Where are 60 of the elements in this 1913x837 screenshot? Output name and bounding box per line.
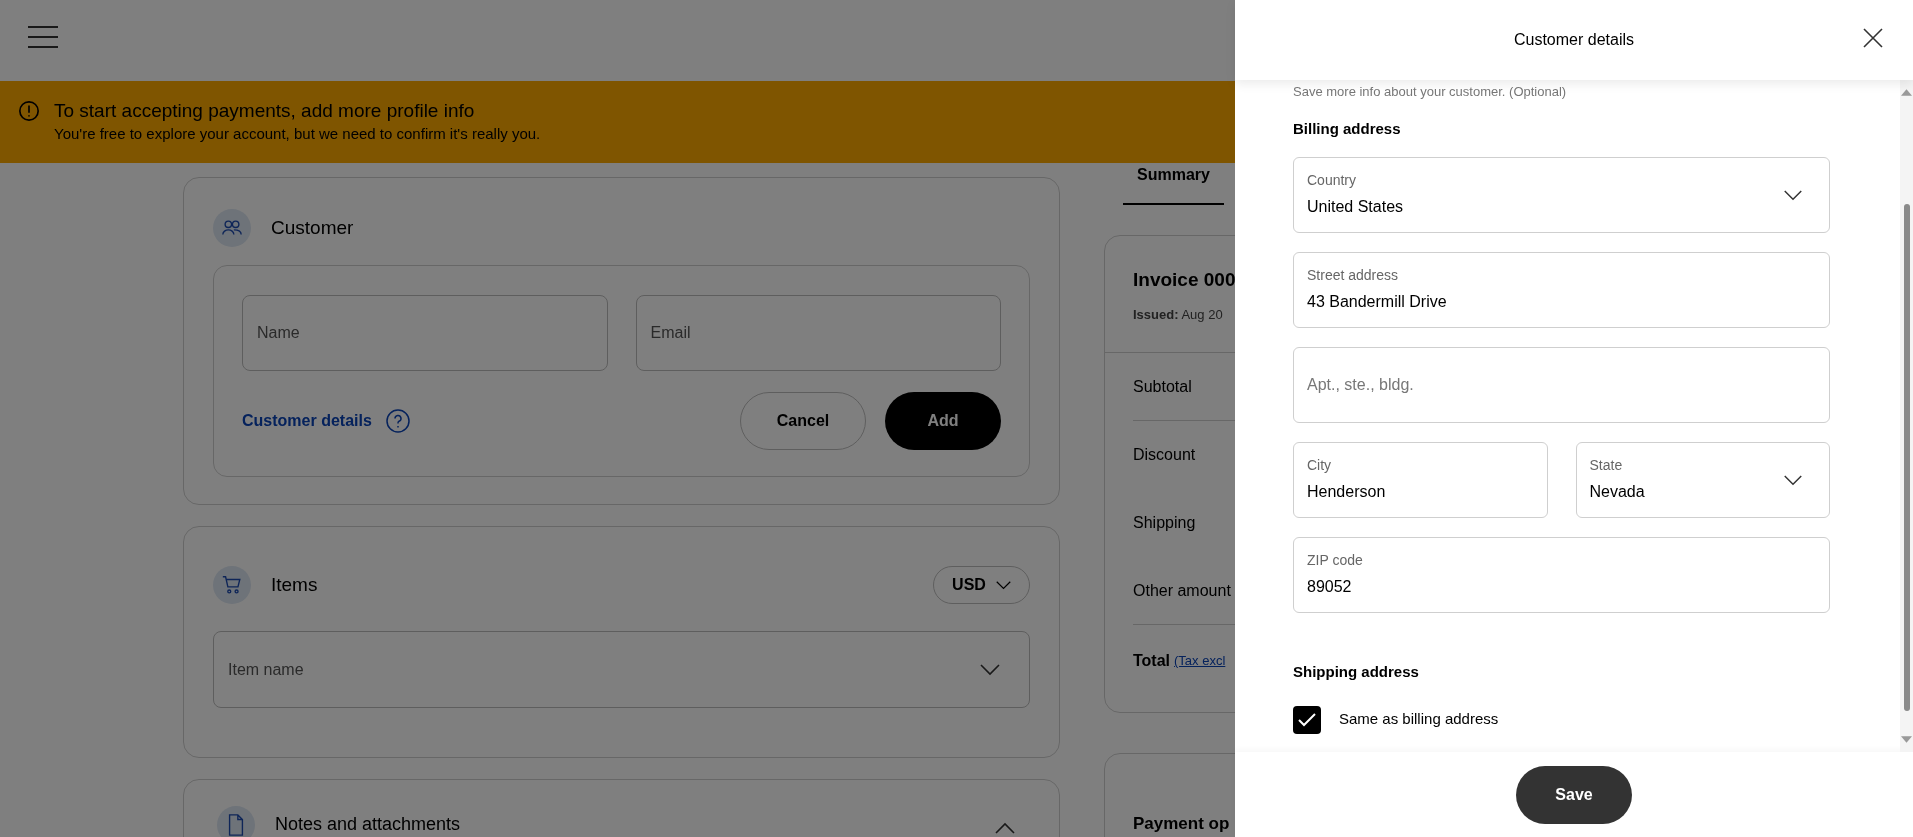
panel-subtitle: Save more info about your customer. (Optional) <box>1293 83 1568 101</box>
chevron-up-icon[interactable] <box>994 822 1016 834</box>
payment-title: Payment op <box>1133 814 1230 833</box>
document-icon <box>217 806 255 837</box>
close-icon[interactable] <box>1863 28 1883 48</box>
field-label: Street address <box>1307 266 1400 284</box>
banner-message: You're free to explore your account, but we need to confirm it's really you. <box>54 124 541 144</box>
input-field[interactable]: Street address 43 Bandermill Drive <box>1293 252 1830 328</box>
card-title: Items <box>271 572 318 597</box>
select-field[interactable]: Country United States <box>1293 157 1830 233</box>
checkbox[interactable] <box>1293 705 1321 734</box>
summary-row-label: Subtotal <box>1133 376 1192 397</box>
invoice-title: Invoice 000 <box>1133 268 1236 292</box>
summary-tab[interactable]: Summary <box>1123 150 1224 205</box>
field-label: Country <box>1307 171 1358 189</box>
section-heading: Shipping address <box>1293 662 1420 682</box>
field-value: 43 Bandermill Drive <box>1307 292 1448 312</box>
cart-icon <box>213 566 251 604</box>
field-label: City <box>1307 456 1333 474</box>
chevron-down-icon <box>1783 474 1803 486</box>
alert-icon <box>18 100 40 122</box>
name-field[interactable]: Name <box>242 295 608 371</box>
item-name-dropdown[interactable]: Item name <box>213 631 1030 708</box>
chevron-down-icon <box>995 580 1011 590</box>
menu-icon[interactable] <box>28 26 58 48</box>
panel-title: Customer details <box>1513 30 1634 50</box>
people-icon <box>213 209 251 247</box>
input-field[interactable]: Apt., ste., bldg. <box>1293 347 1830 423</box>
check-icon <box>1298 712 1316 727</box>
input-field[interactable]: ZIP code 89052 <box>1293 537 1830 613</box>
summary-row-label: Discount <box>1133 445 1196 465</box>
input-field[interactable]: City Henderson <box>1293 442 1548 518</box>
select-field[interactable]: State Nevada <box>1575 442 1830 518</box>
add-button[interactable]: Add <box>885 392 1001 450</box>
chevron-down-icon <box>1783 189 1803 201</box>
email-field[interactable]: Email <box>635 295 1001 371</box>
customer-details-link[interactable]: Customer details <box>242 409 372 433</box>
card-title: Customer <box>271 215 354 240</box>
field-label: ZIP code <box>1307 551 1364 569</box>
chevron-down-icon <box>979 663 1001 676</box>
summary-row-label: Shipping <box>1133 513 1196 533</box>
scroll-down-icon[interactable] <box>1901 736 1912 743</box>
field-value: Henderson <box>1307 482 1387 502</box>
field-value: Nevada <box>1589 482 1646 502</box>
banner-title: To start accepting payments, add more profile info <box>54 99 476 123</box>
section-heading: Billing address <box>1293 118 1402 139</box>
same-as-billing-checkbox[interactable]: Same as billing address <box>1293 705 1830 734</box>
field-value: United States <box>1307 197 1405 217</box>
card-title: Notes and attachments <box>275 814 461 834</box>
issued-date: Issued: Aug 20 <box>1133 305 1223 324</box>
field-label: State <box>1589 456 1624 474</box>
scroll-up-icon[interactable] <box>1901 89 1912 96</box>
summary-row-label: Other amount <box>1133 580 1231 601</box>
save-button[interactable]: Save <box>1516 765 1632 824</box>
help-icon[interactable] <box>385 409 410 433</box>
scrollbar[interactable] <box>1900 80 1913 752</box>
field-placeholder: Apt., ste., bldg. <box>1307 375 1415 395</box>
field-value: 89052 <box>1307 577 1353 597</box>
tax-link[interactable]: (Tax excl <box>1174 651 1226 671</box>
total-label: Total <box>1133 651 1171 671</box>
